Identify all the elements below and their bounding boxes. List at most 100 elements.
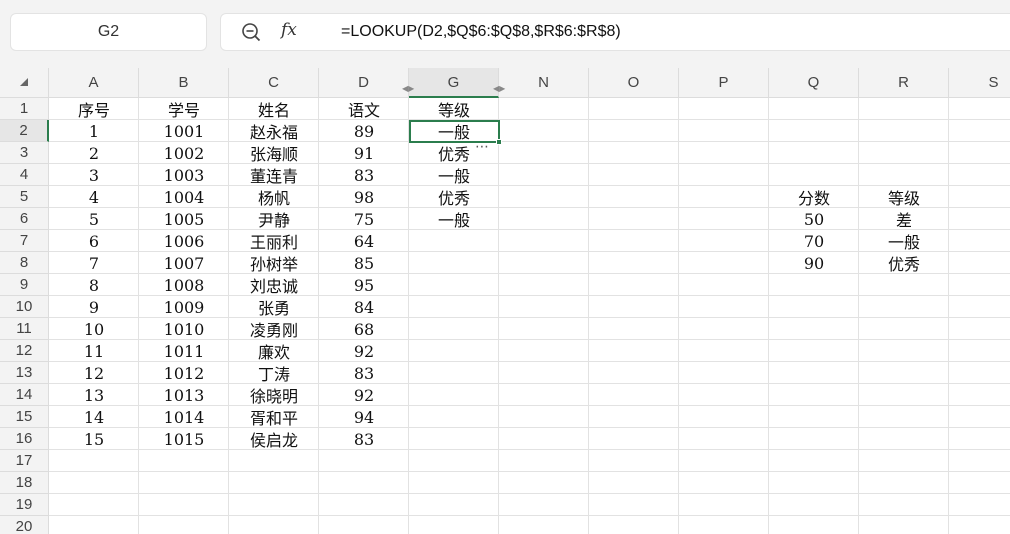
cell-C4[interactable]: 董连青 xyxy=(229,164,319,186)
cell-R8[interactable]: 优秀 xyxy=(859,252,949,274)
cell-C14[interactable]: 徐晓明 xyxy=(229,384,319,406)
cell-C5[interactable]: 杨帆 xyxy=(229,186,319,208)
fx-icon[interactable]: fx xyxy=(281,20,297,40)
cell-A14[interactable]: 13 xyxy=(49,384,139,406)
column-header-N[interactable]: N xyxy=(499,68,589,98)
cell-A10[interactable]: 9 xyxy=(49,296,139,318)
cell-D9[interactable]: 95 xyxy=(319,274,409,296)
cell-C12[interactable]: 廉欢 xyxy=(229,340,319,362)
row-header-16[interactable]: 16 xyxy=(0,428,49,450)
row-header-18[interactable]: 18 xyxy=(0,472,49,494)
cell-C2[interactable]: 赵永福 xyxy=(229,120,319,142)
cell-D11[interactable]: 68 xyxy=(319,318,409,340)
cell-B3[interactable]: 1002 xyxy=(139,142,229,164)
row-header-2[interactable]: 2 xyxy=(0,120,49,142)
row-header-11[interactable]: 11 xyxy=(0,318,49,340)
row-header-10[interactable]: 10 xyxy=(0,296,49,318)
cell-B16[interactable]: 1015 xyxy=(139,428,229,450)
cell-R5[interactable]: 等级 xyxy=(859,186,949,208)
cell-A15[interactable]: 14 xyxy=(49,406,139,428)
cell-A3[interactable]: 2 xyxy=(49,142,139,164)
cell-D8[interactable]: 85 xyxy=(319,252,409,274)
cell-C13[interactable]: 丁涛 xyxy=(229,362,319,384)
column-header-O[interactable]: O xyxy=(589,68,679,98)
cell-D5[interactable]: 98 xyxy=(319,186,409,208)
cell-A1[interactable]: 序号 xyxy=(49,98,139,120)
formula-bar[interactable]: fx =LOOKUP(D2,$Q$6:$Q$8,$R$6:$R$8) xyxy=(220,13,1010,51)
zoom-out-icon[interactable] xyxy=(241,22,261,42)
cell-B10[interactable]: 1009 xyxy=(139,296,229,318)
cell-C3[interactable]: 张海顺 xyxy=(229,142,319,164)
cell-B6[interactable]: 1005 xyxy=(139,208,229,230)
cell-A11[interactable]: 10 xyxy=(49,318,139,340)
cell-D14[interactable]: 92 xyxy=(319,384,409,406)
cell-Q8[interactable]: 90 xyxy=(769,252,859,274)
cell-C8[interactable]: 孙树举 xyxy=(229,252,319,274)
row-header-9[interactable]: 9 xyxy=(0,274,49,296)
hidden-columns-arrows-icon[interactable]: ◀▶ xyxy=(402,84,414,93)
cell-G1[interactable]: 等级 xyxy=(409,98,499,120)
cell-D12[interactable]: 92 xyxy=(319,340,409,362)
spreadsheet-grid[interactable]: ABCDGNOPQRS 1 2 3 4 5 6 7 8 9 10 11 12 13 14 15 16 17 18 1… xyxy=(0,68,1010,534)
cell-A6[interactable]: 5 xyxy=(49,208,139,230)
cell-B4[interactable]: 1003 xyxy=(139,164,229,186)
cell-B7[interactable]: 1006 xyxy=(139,230,229,252)
cell-C10[interactable]: 张勇 xyxy=(229,296,319,318)
select-all-corner[interactable] xyxy=(0,68,49,98)
column-header-A[interactable]: A xyxy=(49,68,139,98)
column-header-C[interactable]: C xyxy=(229,68,319,98)
name-box[interactable]: G2 xyxy=(10,13,207,51)
cell-A2[interactable]: 1 xyxy=(49,120,139,142)
cell-B9[interactable]: 1008 xyxy=(139,274,229,296)
fill-handle[interactable] xyxy=(496,139,502,145)
cell-C6[interactable]: 尹静 xyxy=(229,208,319,230)
cell-G5[interactable]: 优秀 xyxy=(409,186,499,208)
row-header-5[interactable]: 5 xyxy=(0,186,49,208)
cell-A7[interactable]: 6 xyxy=(49,230,139,252)
row-header-17[interactable]: 17 xyxy=(0,450,49,472)
cell-R6[interactable]: 差 xyxy=(859,208,949,230)
cell-B1[interactable]: 学号 xyxy=(139,98,229,120)
cell-Q6[interactable]: 50 xyxy=(769,208,859,230)
cell-D16[interactable]: 83 xyxy=(319,428,409,450)
cell-B14[interactable]: 1013 xyxy=(139,384,229,406)
cell-B12[interactable]: 1011 xyxy=(139,340,229,362)
cell-A13[interactable]: 12 xyxy=(49,362,139,384)
cell-D15[interactable]: 94 xyxy=(319,406,409,428)
cell-C11[interactable]: 凌勇刚 xyxy=(229,318,319,340)
cell-A8[interactable]: 7 xyxy=(49,252,139,274)
cell-G6[interactable]: 一般 xyxy=(409,208,499,230)
row-header-19[interactable]: 19 xyxy=(0,494,49,516)
cell-B15[interactable]: 1014 xyxy=(139,406,229,428)
cell-B8[interactable]: 1007 xyxy=(139,252,229,274)
column-header-G[interactable]: G xyxy=(409,68,499,98)
cell-D4[interactable]: 83 xyxy=(319,164,409,186)
row-header-14[interactable]: 14 xyxy=(0,384,49,406)
cell-A16[interactable]: 15 xyxy=(49,428,139,450)
column-header-S[interactable]: S xyxy=(949,68,1010,98)
row-header-1[interactable]: 1 xyxy=(0,98,49,120)
cell-Q7[interactable]: 70 xyxy=(769,230,859,252)
cell-C9[interactable]: 刘忠诚 xyxy=(229,274,319,296)
row-header-15[interactable]: 15 xyxy=(0,406,49,428)
row-header-8[interactable]: 8 xyxy=(0,252,49,274)
row-header-12[interactable]: 12 xyxy=(0,340,49,362)
formula-input[interactable]: =LOOKUP(D2,$Q$6:$Q$8,$R$6:$R$8) xyxy=(341,23,621,41)
cell-D3[interactable]: 91 xyxy=(319,142,409,164)
cell-D6[interactable]: 75 xyxy=(319,208,409,230)
cell-C15[interactable]: 胥和平 xyxy=(229,406,319,428)
row-header-3[interactable]: 3 xyxy=(0,142,49,164)
cell-D1[interactable]: 语文 xyxy=(319,98,409,120)
cell-G4[interactable]: 一般 xyxy=(409,164,499,186)
cell-B5[interactable]: 1004 xyxy=(139,186,229,208)
row-header-6[interactable]: 6 xyxy=(0,208,49,230)
cell-A4[interactable]: 3 xyxy=(49,164,139,186)
row-header-13[interactable]: 13 xyxy=(0,362,49,384)
column-header-D[interactable]: D xyxy=(319,68,409,98)
column-header-P[interactable]: P xyxy=(679,68,769,98)
column-header-R[interactable]: R xyxy=(859,68,949,98)
cell-R7[interactable]: 一般 xyxy=(859,230,949,252)
cell-A9[interactable]: 8 xyxy=(49,274,139,296)
cell-B13[interactable]: 1012 xyxy=(139,362,229,384)
cell-C7[interactable]: 王丽利 xyxy=(229,230,319,252)
